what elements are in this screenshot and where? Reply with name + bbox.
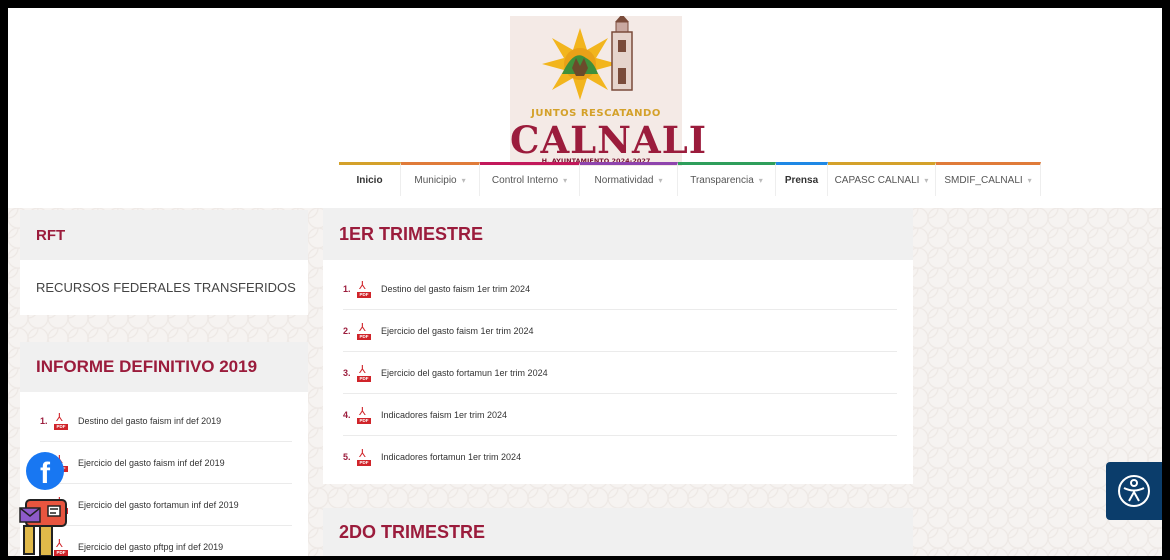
doc-link[interactable]: Destino del gasto faism 1er trim 2024 xyxy=(381,284,530,294)
accessibility-icon xyxy=(1118,475,1150,507)
nav-item-label: Prensa xyxy=(784,175,819,186)
nav-item-transparencia[interactable]: Transparencia ▾ xyxy=(678,162,776,196)
trim2-card: 2DO TRIMESTRE xyxy=(323,508,913,556)
chevron-down-icon: ▾ xyxy=(924,176,929,185)
list-item[interactable]: 1. ⅄ PDF Destino del gasto faism 1er trim… xyxy=(343,268,897,310)
rft-card: RFT RECURSOS FEDERALES TRANSFERIDOS xyxy=(20,210,308,315)
logo-name: CALNALI xyxy=(510,118,708,162)
list-item[interactable]: 3. ⅄ PDF Ejercicio del gasto fortamun 1er… xyxy=(343,352,897,394)
pdf-icon: ⅄PDF xyxy=(357,321,371,340)
nav-item-normatividad[interactable]: Normatividad ▾ xyxy=(580,162,678,196)
chevron-down-icon: ▾ xyxy=(758,176,763,185)
pdf-icon: ⅄PDF xyxy=(357,448,371,466)
pdf-icon: ⅄PDF xyxy=(357,405,371,424)
nav-item-label: SMDIF_CALNALI xyxy=(944,175,1023,186)
nav-item-municipio[interactable]: Municipio ▾ xyxy=(401,162,480,196)
trim1-list: 1. ⅄ PDF Destino del gasto faism 1er trim… xyxy=(323,260,913,478)
list-item[interactable]: 5. ⅄ PDF Indicadores fortamun 1er trim 20… xyxy=(343,436,897,478)
doc-link[interactable]: Indicadores fortamun 1er trim 2024 xyxy=(381,452,521,462)
chevron-down-icon: ▾ xyxy=(563,176,568,185)
doc-link[interactable]: Ejercicio del gasto faism 1er trim 2024 xyxy=(381,326,534,336)
nav-item-prensa[interactable]: Prensa xyxy=(776,162,828,196)
nav-item-capasc[interactable]: CAPASC CALNALI ▾ xyxy=(828,162,936,196)
accessibility-button[interactable] xyxy=(1106,462,1162,520)
nav-item-inicio[interactable]: Inicio xyxy=(339,162,401,196)
nav-item-label: Inicio xyxy=(356,175,383,186)
site-logo[interactable]: JUNTOS RESCATANDO CALNALI H. AYUNTAMIENT… xyxy=(510,16,708,166)
item-number: 5. xyxy=(343,452,351,462)
informe-title: INFORME DEFINITIVO 2019 xyxy=(20,342,308,392)
doc-link[interactable]: Ejercicio del gasto pftpg inf def 2019 xyxy=(78,542,223,552)
nav-item-label: Transparencia xyxy=(690,175,754,186)
chevron-down-icon: ▾ xyxy=(658,176,663,185)
rft-title: RFT xyxy=(20,210,308,260)
trim2-title: 2DO TRIMESTRE xyxy=(323,508,913,556)
facebook-icon[interactable]: f xyxy=(26,452,64,490)
nav-item-label: CAPASC CALNALI xyxy=(834,175,920,186)
nav-item-label: Municipio xyxy=(414,175,457,186)
doc-link[interactable]: Indicadores faism 1er trim 2024 xyxy=(381,410,507,420)
chevron-down-icon: ▾ xyxy=(1027,176,1032,185)
list-item[interactable]: 2. ⅄ PDF Ejercicio del gasto faism 1er tr… xyxy=(343,310,897,352)
item-number: 4. xyxy=(343,409,351,420)
item-number: 1. xyxy=(343,283,351,294)
trim1-title: 1ER TRIMESTRE xyxy=(323,208,913,260)
rft-link[interactable]: RECURSOS FEDERALES TRANSFERIDOS xyxy=(20,260,308,315)
site-header: JUNTOS RESCATANDO CALNALI H. AYUNTAMIENT… xyxy=(8,8,1162,208)
item-number: 3. xyxy=(343,367,351,378)
main-nav: Inicio Municipio ▾ Control Interno ▾ Nor… xyxy=(339,162,1041,196)
doc-link[interactable]: Ejercicio del gasto faism inf def 2019 xyxy=(78,458,225,468)
nav-item-label: Normatividad xyxy=(594,175,654,186)
list-item[interactable]: 4. ⅄ PDF Indicadores faism 1er trim 2024 xyxy=(343,394,897,436)
item-number: 2. xyxy=(343,325,351,336)
nav-item-smdif[interactable]: SMDIF_CALNALI ▾ xyxy=(936,162,1041,196)
nav-item-label: Control Interno xyxy=(491,175,559,186)
pdf-icon: ⅄PDF xyxy=(357,279,371,298)
mailbox-icon[interactable] xyxy=(18,492,74,556)
page: JUNTOS RESCATANDO CALNALI H. AYUNTAMIENT… xyxy=(8,8,1162,556)
chevron-down-icon: ▾ xyxy=(461,176,466,185)
doc-link[interactable]: Ejercicio del gasto fortamun inf def 201… xyxy=(78,500,239,510)
list-item[interactable]: 3. ⅄PDF Ejercicio del gasto fortamun inf… xyxy=(40,484,292,526)
doc-link[interactable]: Ejercicio del gasto fortamun 1er trim 20… xyxy=(381,368,548,378)
list-item[interactable]: 4. ⅄PDF Ejercicio del gasto pftpg inf de… xyxy=(40,526,292,556)
logo-emblem-icon xyxy=(542,16,633,100)
doc-link[interactable]: Destino del gasto faism inf def 2019 xyxy=(78,416,221,426)
trim1-card: 1ER TRIMESTRE 1. ⅄ PDF Destino del gasto … xyxy=(323,208,913,484)
nav-item-control-interno[interactable]: Control Interno ▾ xyxy=(480,162,580,196)
pdf-icon: ⅄PDF xyxy=(54,411,68,430)
pdf-icon: ⅄PDF xyxy=(357,363,371,382)
list-item[interactable]: 2. ⅄PDF Ejercicio del gasto faism inf de… xyxy=(40,442,292,484)
item-number: 1. xyxy=(40,415,48,426)
list-item[interactable]: 1. ⅄ PDF Destino del gasto faism inf def … xyxy=(40,400,292,442)
